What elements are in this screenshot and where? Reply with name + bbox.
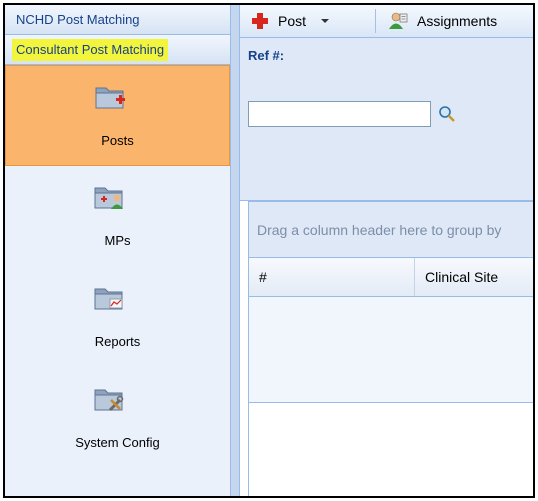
dropdown-arrow-icon: [321, 19, 330, 23]
ref-number-label: Ref #:: [248, 48, 285, 63]
folder-chart-icon: [94, 288, 123, 310]
column-header-clinical-site[interactable]: Clinical Site: [415, 258, 533, 296]
assignments-button[interactable]: Assignments: [387, 5, 497, 37]
nav-item-posts[interactable]: Posts: [5, 65, 230, 166]
nav-item-system-config[interactable]: System Config: [5, 368, 230, 469]
nav-item-mps[interactable]: MPs: [5, 166, 230, 267]
red-cross-icon: [252, 13, 268, 29]
group-by-panel[interactable]: Drag a column header here to group by: [249, 202, 533, 258]
folder-add-icon: [95, 87, 125, 109]
nav-item-label: System Config: [75, 435, 160, 450]
navigation-panel: NCHD Post Matching Consultant Post Match…: [5, 5, 231, 496]
nav-item-list: Posts MPs Reports System Config: [5, 65, 230, 496]
nav-header-label: NCHD Post Matching: [16, 12, 140, 27]
column-header-label: Clinical Site: [425, 269, 499, 285]
folder-person-icon: [94, 187, 123, 209]
app-window: NCHD Post Matching Consultant Post Match…: [3, 3, 535, 498]
grid-header-row: # Clinical Site: [249, 258, 533, 297]
post-menu-button[interactable]: Post: [250, 5, 330, 37]
nav-item-label: Posts: [101, 133, 134, 148]
toolbar: Post Assignments: [240, 5, 533, 38]
ref-number-input[interactable]: [248, 101, 431, 127]
assignments-button-label: Assignments: [417, 13, 498, 29]
toolbar-separator: [375, 9, 376, 33]
grid-body-empty: [249, 297, 533, 403]
search-icon[interactable]: [437, 104, 457, 124]
nav-item-reports[interactable]: Reports: [5, 267, 230, 368]
posts-grid: Drag a column header here to group by # …: [248, 201, 533, 496]
folder-tools-icon: [94, 389, 124, 412]
column-header-number[interactable]: #: [249, 258, 415, 296]
group-by-hint: Drag a column header here to group by: [257, 221, 502, 238]
content-panel: Post Assignments Ref #: Drag a column he…: [240, 5, 533, 496]
column-header-label: #: [259, 269, 267, 285]
nav-header-label: Consultant Post Matching: [12, 39, 169, 61]
panel-splitter[interactable]: [231, 5, 240, 496]
nav-item-label: MPs: [104, 233, 131, 248]
search-form: Ref #:: [240, 38, 533, 201]
nav-item-label: Reports: [94, 334, 141, 349]
assignments-icon: [389, 12, 408, 29]
nav-header-nchd-post-matching[interactable]: NCHD Post Matching: [5, 5, 230, 35]
nav-header-consultant-post-matching[interactable]: Consultant Post Matching: [5, 35, 230, 65]
post-button-label: Post: [278, 13, 307, 29]
